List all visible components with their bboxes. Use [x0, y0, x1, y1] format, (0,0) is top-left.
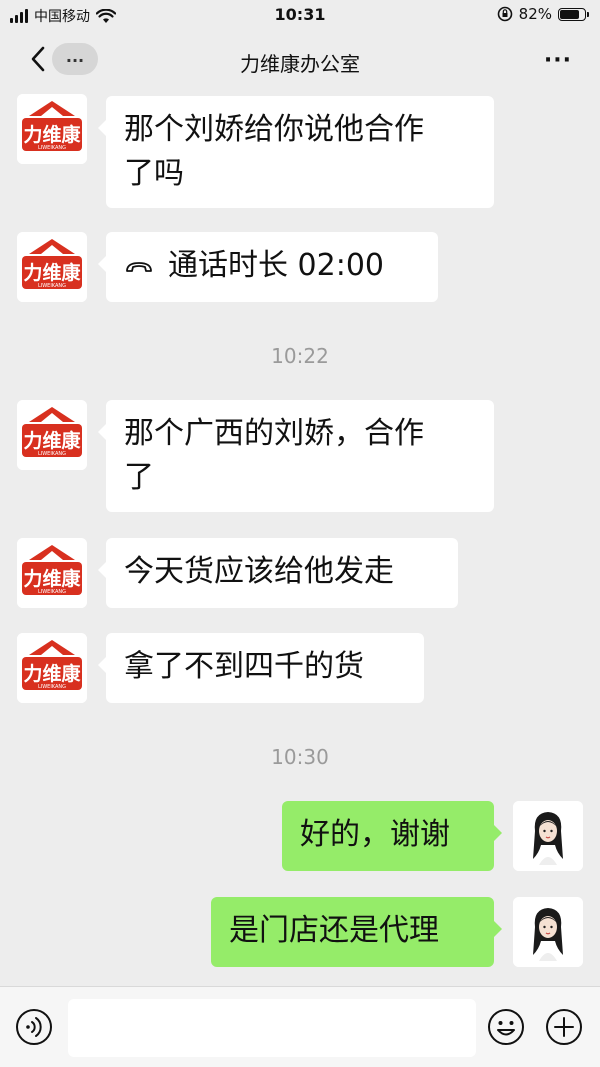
message-bubble[interactable]: 今天货应该给他发走: [98, 538, 458, 608]
input-bar: [0, 986, 600, 1067]
brand-logo-icon: 力维康 LIWEIKANG: [17, 400, 87, 470]
brand-logo-icon: 力维康 LIWEIKANG: [17, 232, 87, 302]
svg-text:LIWEIKANG: LIWEIKANG: [38, 283, 66, 289]
voice-icon[interactable]: [14, 1007, 54, 1047]
call-bubble[interactable]: 通话时长 02:00: [98, 232, 438, 302]
battery-percent: 82%: [518, 5, 552, 23]
emoji-icon[interactable]: [486, 1007, 526, 1047]
message-bubble[interactable]: 那个广西的刘娇，合作 了: [98, 400, 494, 512]
my-avatar[interactable]: [513, 897, 583, 967]
svg-text:LIWEIKANG: LIWEIKANG: [38, 451, 66, 457]
svg-text:LIWEIKANG: LIWEIKANG: [38, 684, 66, 690]
status-right: 82%: [497, 5, 589, 23]
svg-text:力维康: 力维康: [23, 123, 81, 146]
svg-text:LIWEIKANG: LIWEIKANG: [38, 589, 66, 595]
sender-avatar[interactable]: 力维康 LIWEIKANG: [17, 633, 87, 703]
message-text: 了吗: [124, 156, 184, 191]
message-text: 好的，谢谢: [300, 817, 450, 852]
brand-logo-icon: 力维康 LIWEIKANG: [17, 633, 87, 703]
svg-text:力维康: 力维康: [23, 662, 81, 685]
sender-avatar[interactable]: 力维康 LIWEIKANG: [17, 400, 87, 470]
battery-icon: [558, 7, 589, 21]
girl-portrait-icon: [513, 897, 583, 967]
message-text: 那个刘娇给你说他合作: [124, 112, 424, 147]
sender-avatar[interactable]: 力维康 LIWEIKANG: [17, 538, 87, 608]
message-text: 拿了不到四千的货: [124, 649, 364, 684]
message-bubble[interactable]: 那个刘娇给你说他合作 了吗: [98, 96, 494, 208]
add-more-icon[interactable]: [544, 1007, 584, 1047]
sender-avatar[interactable]: 力维康 LIWEIKANG: [17, 232, 87, 302]
message-text: 了: [124, 460, 154, 495]
message-bubble[interactable]: 好的，谢谢: [282, 801, 502, 871]
more-options-icon[interactable]: ···: [544, 48, 572, 73]
message-bubble[interactable]: 拿了不到四千的货: [98, 633, 424, 703]
timestamp: 10:30: [271, 745, 329, 769]
svg-text:力维康: 力维康: [23, 567, 81, 590]
chat-header: ... 力维康办公室 ···: [0, 30, 600, 92]
message-bubble[interactable]: 是门店还是代理: [211, 897, 502, 967]
girl-portrait-icon: [513, 801, 583, 871]
phone-icon: [126, 261, 152, 272]
message-list[interactable]: 力维康 LIWEIKANG 那个刘娇给你说他合作 了吗 力维康 LIWEIKAN…: [0, 92, 600, 986]
chat-title: 力维康办公室: [240, 52, 360, 76]
my-avatar[interactable]: [513, 801, 583, 871]
timestamp: 10:22: [271, 344, 329, 368]
svg-text:LIWEIKANG: LIWEIKANG: [38, 145, 66, 151]
battery-fill: [560, 9, 580, 19]
message-text: 今天货应该给他发走: [124, 554, 394, 589]
brand-logo-icon: 力维康 LIWEIKANG: [17, 538, 87, 608]
call-duration: 通话时长 02:00: [168, 248, 384, 283]
message-text: 那个广西的刘娇，合作: [124, 416, 424, 451]
orientation-lock-icon: [497, 6, 512, 22]
status-bar: 中国移动 10:31 82%: [0, 0, 600, 30]
message-input[interactable]: [68, 999, 476, 1057]
svg-text:力维康: 力维康: [23, 261, 81, 284]
brand-logo-icon: 力维康 LIWEIKANG: [17, 94, 87, 164]
message-text: 是门店还是代理: [229, 913, 439, 948]
sender-avatar[interactable]: 力维康 LIWEIKANG: [17, 94, 87, 164]
svg-text:力维康: 力维康: [23, 429, 81, 452]
